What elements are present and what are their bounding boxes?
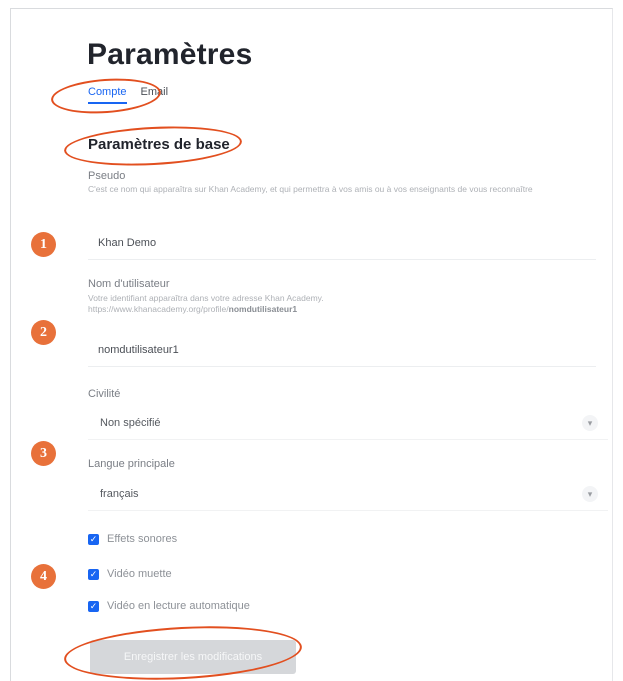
checkbox-checked-icon: ✓ [88,533,99,545]
step-marker-4: 4 [31,564,56,589]
step-marker-1: 1 [31,232,56,257]
step-marker-3: 3 [31,441,56,466]
checkbox-label: Effets sonores [107,533,178,545]
checkbox-checked-icon: ✓ [88,568,99,580]
tab-email[interactable]: Email [141,86,169,104]
username-input[interactable] [88,333,596,367]
step-marker-2: 2 [31,320,56,345]
language-select[interactable]: français ▾ [88,477,608,511]
checkbox-label: Vidéo muette [107,568,172,580]
checkbox-autoplay-video[interactable]: ✓ Vidéo en lecture automatique [88,600,250,612]
username-help: Votre identifiant apparaîtra dans votre … [88,293,598,315]
save-button[interactable]: Enregistrer les modifications [90,640,296,674]
username-label: Nom d'utilisateur [88,278,170,290]
pseudo-help: C'est ce nom qui apparaîtra sur Khan Aca… [88,184,533,194]
language-label: Langue principale [88,458,175,470]
checkbox-muted-video[interactable]: ✓ Vidéo muette [88,568,172,580]
page-title: Paramètres [87,38,253,71]
checkbox-checked-icon: ✓ [88,600,99,612]
civility-select[interactable]: Non spécifié ▾ [88,406,608,440]
username-help-line2: https://www.khanacademy.org/profile/nomd… [88,304,598,315]
username-url-prefix: https://www.khanacademy.org/profile/ [88,304,229,314]
username-help-line1: Votre identifiant apparaîtra dans votre … [88,293,324,303]
checkbox-label: Vidéo en lecture automatique [107,600,250,612]
civility-label: Civilité [88,388,121,400]
pseudo-input[interactable] [88,226,596,260]
tab-account[interactable]: Compte [88,86,127,104]
section-title: Paramètres de base [88,136,230,153]
language-value: français [100,487,139,500]
username-url-bold: nomdutilisateur1 [228,304,298,314]
settings-tabs: Compte Email [88,86,168,104]
checkbox-sound-effects[interactable]: ✓ Effets sonores [88,533,177,545]
chevron-down-icon: ▾ [582,415,598,431]
chevron-down-icon: ▾ [582,486,598,502]
pseudo-label: Pseudo [88,170,126,182]
civility-value: Non spécifié [100,416,161,429]
